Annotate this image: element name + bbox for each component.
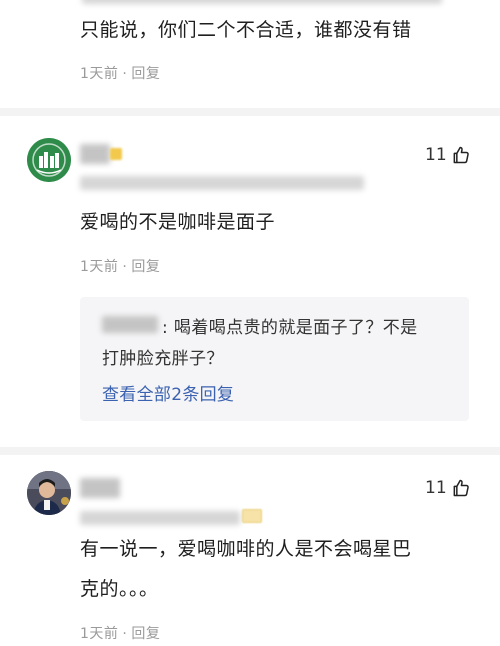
view-all-replies-link[interactable]: 查看全部2条回复 bbox=[102, 380, 234, 405]
sub-reply-text: : 喝着喝点贵的就是面子了？不是 bbox=[162, 318, 418, 338]
thumbs-up-icon bbox=[453, 146, 469, 164]
like-button[interactable]: 11 bbox=[425, 145, 471, 165]
truncated-previous-line bbox=[82, 0, 442, 4]
comment-text: 只能说，你们二个不合适，谁都没有错 bbox=[80, 19, 412, 41]
divider bbox=[0, 108, 500, 116]
username-blurred[interactable] bbox=[80, 478, 120, 498]
user-subtitle-blurred bbox=[80, 511, 240, 525]
avatar[interactable] bbox=[27, 138, 71, 182]
comment-meta: 1天前 · 回复 bbox=[80, 66, 161, 82]
reply-button[interactable]: 回复 bbox=[131, 259, 160, 275]
badge-icon bbox=[110, 148, 122, 160]
sub-reply-text-continued: 打肿脸充胖子？ bbox=[102, 349, 224, 369]
username-blurred[interactable] bbox=[80, 144, 110, 164]
sub-reply-username-blurred[interactable] bbox=[102, 316, 158, 333]
comment-text: 有一说一，爱喝咖啡的人是不会喝星巴 bbox=[80, 538, 412, 560]
sub-reply-box[interactable]: : 喝着喝点贵的就是面子了？不是 打肿脸充胖子？ 查看全部2条回复 bbox=[80, 297, 469, 421]
comment-meta: 1天前 · 回复 bbox=[80, 626, 161, 642]
reply-button[interactable]: 回复 bbox=[131, 626, 160, 642]
thumbs-up-icon bbox=[453, 479, 469, 497]
avatar-logo-icon bbox=[27, 138, 71, 182]
comment-time: 1天前 bbox=[80, 259, 119, 275]
like-count: 11 bbox=[425, 145, 447, 165]
badge-icon bbox=[242, 509, 262, 523]
comment-text: 爱喝的不是咖啡是面子 bbox=[80, 211, 276, 233]
comment-meta: 1天前 · 回复 bbox=[80, 259, 161, 275]
divider bbox=[0, 447, 500, 455]
user-subtitle-blurred bbox=[80, 176, 364, 190]
like-button[interactable]: 11 bbox=[425, 478, 471, 498]
comment-time: 1天前 bbox=[80, 626, 119, 642]
comment-time: 1天前 bbox=[80, 66, 119, 82]
avatar-photo-icon bbox=[27, 471, 71, 515]
like-count: 11 bbox=[425, 478, 447, 498]
comment-text-continued: 克的。。。 bbox=[80, 578, 159, 600]
reply-button[interactable]: 回复 bbox=[131, 66, 160, 82]
avatar[interactable] bbox=[27, 471, 71, 515]
